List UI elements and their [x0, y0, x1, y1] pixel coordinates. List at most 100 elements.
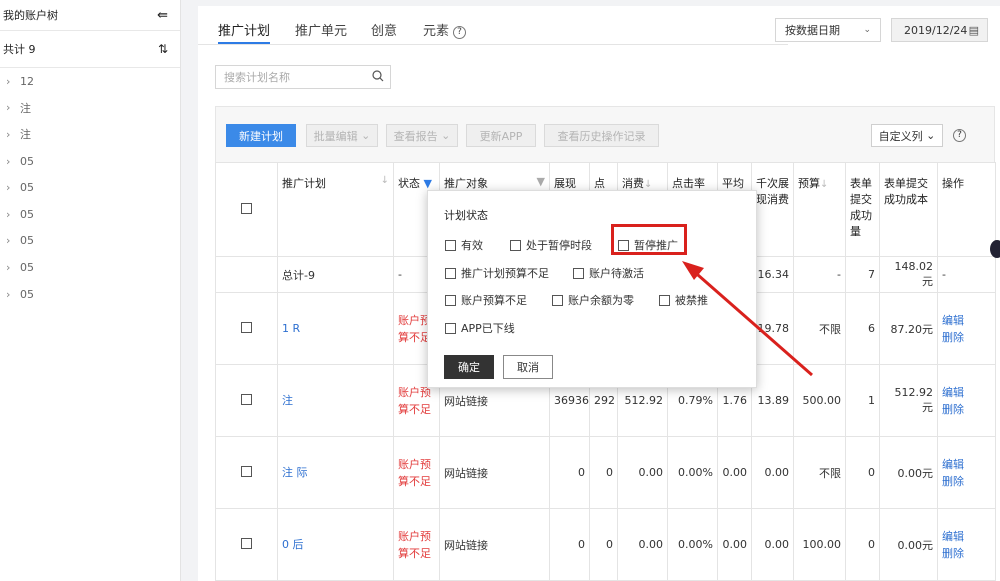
custom-columns-button[interactable]: 自定义列 ⌄ [871, 124, 943, 147]
sort-icon[interactable]: ↓ [820, 179, 828, 190]
delete-link[interactable]: 删除 [942, 545, 991, 562]
ctr-cell: 0.00% [667, 508, 718, 581]
tree-item-label: 05 [20, 154, 34, 168]
tab-elements[interactable]: 元素? [423, 20, 467, 39]
row-checkbox[interactable] [241, 321, 252, 333]
account-tree-header: 我的账户树 ⇚ [0, 0, 180, 30]
delete-link[interactable]: 删除 [942, 473, 991, 490]
filter-option-account-budget-low[interactable]: 账户预算不足 [445, 292, 527, 308]
filter-option-plan-budget-low[interactable]: 推广计划预算不足 [445, 265, 549, 281]
table-toolbar: 新建计划 批量编辑 ⌄ 查看报告 ⌄ 更新APP 查看历史操作记录 自定义列 ⌄… [215, 106, 995, 162]
edit-link[interactable]: 编辑 [942, 528, 991, 545]
row-checkbox[interactable] [241, 537, 252, 549]
budget-cell[interactable]: 500.00 [793, 364, 846, 437]
checkbox[interactable] [445, 267, 456, 279]
checkbox[interactable] [445, 239, 456, 251]
col-header-plan[interactable]: 推广计划 ↓ [277, 162, 394, 257]
col-header-cpm[interactable]: 千次展现消费 [751, 162, 794, 257]
confirm-button[interactable]: 确定 [444, 355, 494, 379]
col-header-label: 推广计划 [282, 177, 326, 190]
tab-ad-units[interactable]: 推广单元 [295, 20, 347, 39]
filter-option-banned[interactable]: 被禁推 [659, 292, 708, 308]
filter-icon[interactable]: ▼ [424, 177, 432, 190]
help-icon[interactable]: ? [453, 26, 467, 39]
row-checkbox-cell [215, 508, 278, 581]
col-header-forms[interactable]: 表单提交成功量 [845, 162, 880, 257]
delete-link[interactable]: 删除 [942, 401, 991, 418]
tab-creatives[interactable]: 创意 [371, 20, 397, 39]
select-all-checkbox[interactable] [241, 202, 252, 214]
filter-option-app-offline[interactable]: APP已下线 [445, 320, 515, 336]
tree-item[interactable]: › 05 [0, 148, 180, 175]
search-input[interactable]: 搜索计划名称 [215, 65, 391, 89]
sort-icon[interactable]: ↓ [381, 175, 389, 186]
checkbox[interactable] [445, 322, 456, 334]
sort-icon[interactable]: ↓ [644, 179, 652, 190]
delete-link[interactable]: 删除 [942, 329, 991, 346]
sort-toggle-icon[interactable]: ⇅ [158, 42, 168, 56]
checkbox[interactable] [552, 294, 563, 306]
filter-option-balance-zero[interactable]: 账户余额为零 [552, 292, 634, 308]
row-checkbox[interactable] [241, 393, 252, 405]
plan-name-link[interactable]: 1 R [277, 292, 394, 365]
plan-name-link[interactable]: 0 后 [277, 508, 394, 581]
budget-cell[interactable]: 不限 [793, 292, 846, 365]
col-header-label: 点击率 [672, 177, 705, 190]
scroll-handle[interactable] [990, 240, 1000, 258]
col-header-label: 操作 [942, 177, 964, 190]
update-app-button[interactable]: 更新APP [466, 124, 536, 147]
tab-campaigns[interactable]: 推广计划 [218, 20, 270, 39]
status-filter-popup: 计划状态 有效 处于暂停时段 暂停推广 推广计划预算不足 账户待激活 账户预算不… [427, 190, 757, 388]
chevron-right-icon: › [6, 181, 11, 195]
tree-item[interactable]: › 注 [0, 95, 180, 122]
edit-link[interactable]: 编辑 [942, 312, 991, 329]
tree-item[interactable]: › 12 [0, 68, 180, 95]
filter-icon[interactable]: ▼ [537, 175, 545, 188]
tree-item[interactable]: › 05 [0, 201, 180, 228]
tree-item[interactable]: › 注 [0, 121, 180, 148]
help-icon[interactable]: ? [953, 129, 966, 142]
custom-columns-label: 自定义列 [878, 129, 923, 143]
filter-option-account-pending[interactable]: 账户待激活 [573, 265, 644, 281]
checkbox[interactable] [573, 267, 584, 279]
plan-name-link[interactable]: 注 际 [277, 436, 394, 509]
checkbox[interactable] [659, 294, 670, 306]
checkbox[interactable] [510, 239, 521, 251]
tree-item-label: 05 [20, 260, 34, 274]
batch-edit-button[interactable]: 批量编辑 ⌄ [306, 124, 378, 147]
impressions-cell: 0 [549, 508, 590, 581]
checkbox[interactable] [445, 294, 456, 306]
option-label: 被禁推 [675, 294, 708, 307]
ctr-cell: 0.00% [667, 436, 718, 509]
view-report-button[interactable]: 查看报告 ⌄ [386, 124, 458, 147]
date-picker[interactable]: 2019/12/24 ▤ [891, 18, 988, 42]
plan-name-link[interactable]: 注 [277, 364, 394, 437]
view-history-button[interactable]: 查看历史操作记录 [544, 124, 659, 147]
chevron-right-icon: › [6, 207, 11, 221]
tree-item[interactable]: › 05 [0, 174, 180, 201]
new-plan-button[interactable]: 新建计划 [226, 124, 296, 147]
filter-option-paused-period[interactable]: 处于暂停时段 [510, 237, 592, 253]
tree-item[interactable]: › 05 [0, 254, 180, 281]
filter-option-valid[interactable]: 有效 [445, 237, 483, 253]
edit-link[interactable]: 编辑 [942, 456, 991, 473]
col-header-form-cost[interactable]: 表单提交成功成本 [879, 162, 938, 257]
form-cost-cell: 512.92元 [879, 364, 938, 437]
collapse-tree-icon[interactable]: ⇚ [157, 8, 168, 23]
tree-item[interactable]: › 05 [0, 281, 180, 308]
search-icon[interactable] [372, 69, 384, 85]
forms-cell: 0 [845, 508, 880, 581]
tree-item-label: 05 [20, 181, 34, 195]
total-forms: 7 [845, 256, 880, 293]
tree-item[interactable]: › 05 [0, 228, 180, 255]
edit-link[interactable]: 编辑 [942, 384, 991, 401]
budget-cell[interactable]: 100.00 [793, 508, 846, 581]
date-type-select[interactable]: 按数据日期 ⌄ [775, 18, 881, 42]
budget-cell[interactable]: 不限 [793, 436, 846, 509]
chevron-right-icon: › [6, 154, 11, 168]
tree-item-label: 05 [20, 287, 34, 301]
option-label: 账户待激活 [589, 267, 644, 280]
cancel-button[interactable]: 取消 [503, 355, 553, 379]
row-checkbox[interactable] [241, 465, 252, 477]
col-header-budget[interactable]: 预算↓ [793, 162, 846, 257]
